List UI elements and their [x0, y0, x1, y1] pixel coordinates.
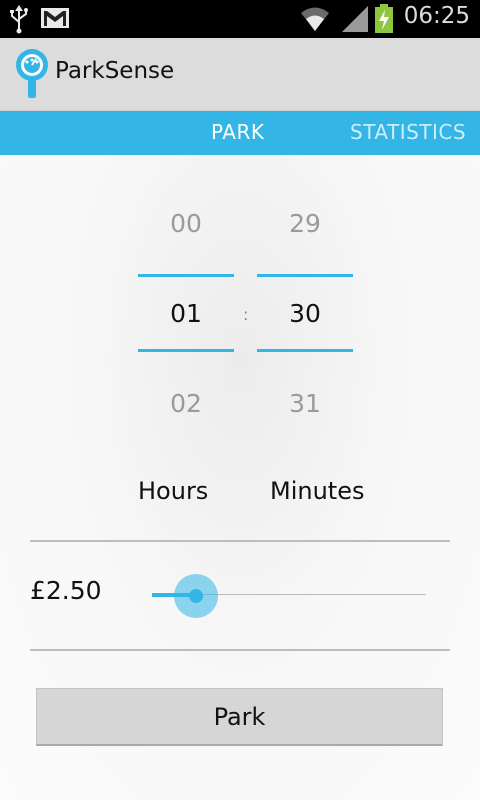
time-separator: :: [243, 305, 249, 324]
gmail-icon: [40, 7, 70, 33]
tab-park[interactable]: PARK: [211, 120, 264, 144]
app-title: ParkSense: [55, 58, 175, 84]
hours-selection-top-line: [138, 274, 234, 277]
slider-thumb[interactable]: [188, 589, 203, 603]
minutes-current-value[interactable]: 30: [257, 299, 353, 328]
park-button[interactable]: Park: [36, 688, 443, 746]
battery-charging-icon: [374, 4, 394, 38]
divider-top: [30, 540, 450, 542]
action-bar: ParkSense: [0, 38, 480, 111]
status-bar: 06:25: [0, 0, 480, 38]
hours-next-value[interactable]: 02: [138, 389, 234, 418]
divider-bottom: [30, 649, 450, 651]
hours-selection-bottom-line: [138, 349, 234, 352]
minutes-selection-top-line: [257, 274, 353, 277]
signal-icon: [340, 5, 370, 37]
minutes-next-value[interactable]: 31: [257, 389, 353, 418]
status-time: 06:25: [403, 3, 470, 29]
minutes-selection-bottom-line: [257, 349, 353, 352]
price-value: £2.50: [30, 576, 102, 605]
tab-statistics[interactable]: STATISTICS: [350, 120, 466, 144]
tab-bar: PARK STATISTICS: [0, 111, 480, 155]
minutes-label: Minutes: [270, 477, 365, 505]
usb-icon: [8, 4, 30, 38]
hours-label: Hours: [138, 477, 209, 505]
hours-prev-value[interactable]: 00: [138, 209, 234, 238]
wifi-icon: [300, 5, 330, 37]
minutes-prev-value[interactable]: 29: [257, 209, 353, 238]
hours-current-value[interactable]: 01: [138, 299, 234, 328]
parking-meter-icon[interactable]: [14, 48, 50, 104]
